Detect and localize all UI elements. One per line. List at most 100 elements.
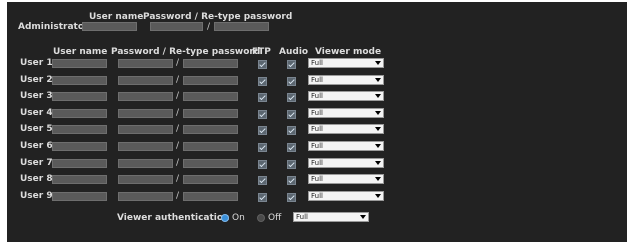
ftp-checkbox[interactable]	[258, 143, 267, 152]
admin-username-input[interactable]	[82, 22, 137, 31]
audio-checkbox[interactable]	[287, 77, 296, 86]
chevron-down-icon	[375, 127, 381, 131]
viewer-mode-select[interactable]: Full	[308, 91, 384, 101]
ftp-checkbox[interactable]	[258, 93, 267, 102]
user-label: User 1	[20, 58, 53, 68]
audio-checkbox[interactable]	[287, 110, 296, 119]
user-slash: /	[176, 174, 180, 184]
user-retype-password-input[interactable]	[183, 192, 238, 201]
viewer-auth-off-radio[interactable]	[257, 214, 265, 222]
chevron-down-icon	[375, 144, 381, 148]
viewer-mode-value: Full	[311, 159, 323, 167]
user-password-input[interactable]	[118, 92, 173, 101]
user-username-input[interactable]	[52, 109, 107, 118]
viewer-mode-value: Full	[311, 92, 323, 100]
user-password-input[interactable]	[118, 109, 173, 118]
user-label: User 7	[20, 158, 53, 168]
user-password-input[interactable]	[118, 192, 173, 201]
user-username-input[interactable]	[52, 175, 107, 184]
admin-slash: /	[207, 22, 211, 32]
ftp-checkbox[interactable]	[258, 176, 267, 185]
user-password-input[interactable]	[118, 142, 173, 151]
user-slash: /	[176, 58, 180, 68]
viewer-auth-on-radio[interactable]	[221, 214, 229, 222]
user-username-input[interactable]	[52, 125, 107, 134]
audio-header: Audio	[279, 47, 309, 57]
viewer-mode-header: Viewer mode	[315, 47, 382, 57]
user-password-input[interactable]	[118, 159, 173, 168]
user-password-input[interactable]	[118, 59, 173, 68]
audio-checkbox[interactable]	[287, 160, 296, 169]
viewer-mode-select[interactable]: Full	[308, 108, 384, 118]
viewer-mode-select[interactable]: Full	[308, 75, 384, 85]
user-retype-password-input[interactable]	[183, 125, 238, 134]
user-password-input[interactable]	[118, 76, 173, 85]
admin-password-input[interactable]	[150, 22, 203, 31]
user-label: User 6	[20, 141, 53, 151]
user-slash: /	[176, 141, 180, 151]
ftp-checkbox[interactable]	[258, 193, 267, 202]
viewer-mode-value: Full	[311, 59, 323, 67]
ftp-checkbox[interactable]	[258, 60, 267, 69]
admin-password-header: Password / Re-type password	[143, 12, 293, 22]
viewer-mode-value: Full	[311, 142, 323, 150]
viewer-mode-value: Full	[311, 76, 323, 84]
viewer-auth-mode-select[interactable]: Full	[293, 212, 369, 222]
audio-checkbox[interactable]	[287, 60, 296, 69]
user-label: User 9	[20, 191, 53, 201]
viewer-mode-select[interactable]: Full	[308, 191, 384, 201]
chevron-down-icon	[375, 177, 381, 181]
users-username-header: User name	[53, 47, 108, 57]
viewer-mode-select[interactable]: Full	[308, 141, 384, 151]
user-retype-password-input[interactable]	[183, 159, 238, 168]
admin-retype-password-input[interactable]	[214, 22, 269, 31]
viewer-mode-select[interactable]: Full	[308, 124, 384, 134]
user-label: User 5	[20, 124, 53, 134]
user-password-input[interactable]	[118, 125, 173, 134]
user-retype-password-input[interactable]	[183, 142, 238, 151]
ftp-checkbox[interactable]	[258, 160, 267, 169]
audio-checkbox[interactable]	[287, 176, 296, 185]
audio-checkbox[interactable]	[287, 143, 296, 152]
chevron-down-icon	[375, 111, 381, 115]
ftp-checkbox[interactable]	[258, 110, 267, 119]
viewer-mode-value: Full	[311, 109, 323, 117]
viewer-mode-value: Full	[311, 175, 323, 183]
user-username-input[interactable]	[52, 159, 107, 168]
admin-label: Administrator	[18, 22, 89, 32]
viewer-auth-off-label: Off	[268, 213, 282, 223]
chevron-down-icon	[375, 94, 381, 98]
ftp-checkbox[interactable]	[258, 126, 267, 135]
user-retype-password-input[interactable]	[183, 59, 238, 68]
viewer-auth-mode-value: Full	[296, 213, 308, 221]
user-username-input[interactable]	[52, 59, 107, 68]
user-retype-password-input[interactable]	[183, 109, 238, 118]
user-settings-panel: User name Password / Re-type password Ad…	[7, 2, 627, 242]
user-username-input[interactable]	[52, 76, 107, 85]
user-label: User 3	[20, 91, 53, 101]
admin-username-header: User name	[89, 12, 144, 22]
user-username-input[interactable]	[52, 142, 107, 151]
viewer-mode-select[interactable]: Full	[308, 174, 384, 184]
user-password-input[interactable]	[118, 175, 173, 184]
user-slash: /	[176, 191, 180, 201]
chevron-down-icon	[360, 215, 366, 219]
ftp-header: FTP	[252, 47, 271, 57]
chevron-down-icon	[375, 194, 381, 198]
audio-checkbox[interactable]	[287, 193, 296, 202]
ftp-checkbox[interactable]	[258, 77, 267, 86]
user-username-input[interactable]	[52, 192, 107, 201]
user-retype-password-input[interactable]	[183, 92, 238, 101]
users-password-header: Password / Re-type password	[111, 47, 261, 57]
user-retype-password-input[interactable]	[183, 175, 238, 184]
user-slash: /	[176, 75, 180, 85]
viewer-mode-select[interactable]: Full	[308, 158, 384, 168]
chevron-down-icon	[375, 61, 381, 65]
user-username-input[interactable]	[52, 92, 107, 101]
user-retype-password-input[interactable]	[183, 76, 238, 85]
user-slash: /	[176, 91, 180, 101]
audio-checkbox[interactable]	[287, 93, 296, 102]
audio-checkbox[interactable]	[287, 126, 296, 135]
user-slash: /	[176, 108, 180, 118]
viewer-mode-select[interactable]: Full	[308, 58, 384, 68]
